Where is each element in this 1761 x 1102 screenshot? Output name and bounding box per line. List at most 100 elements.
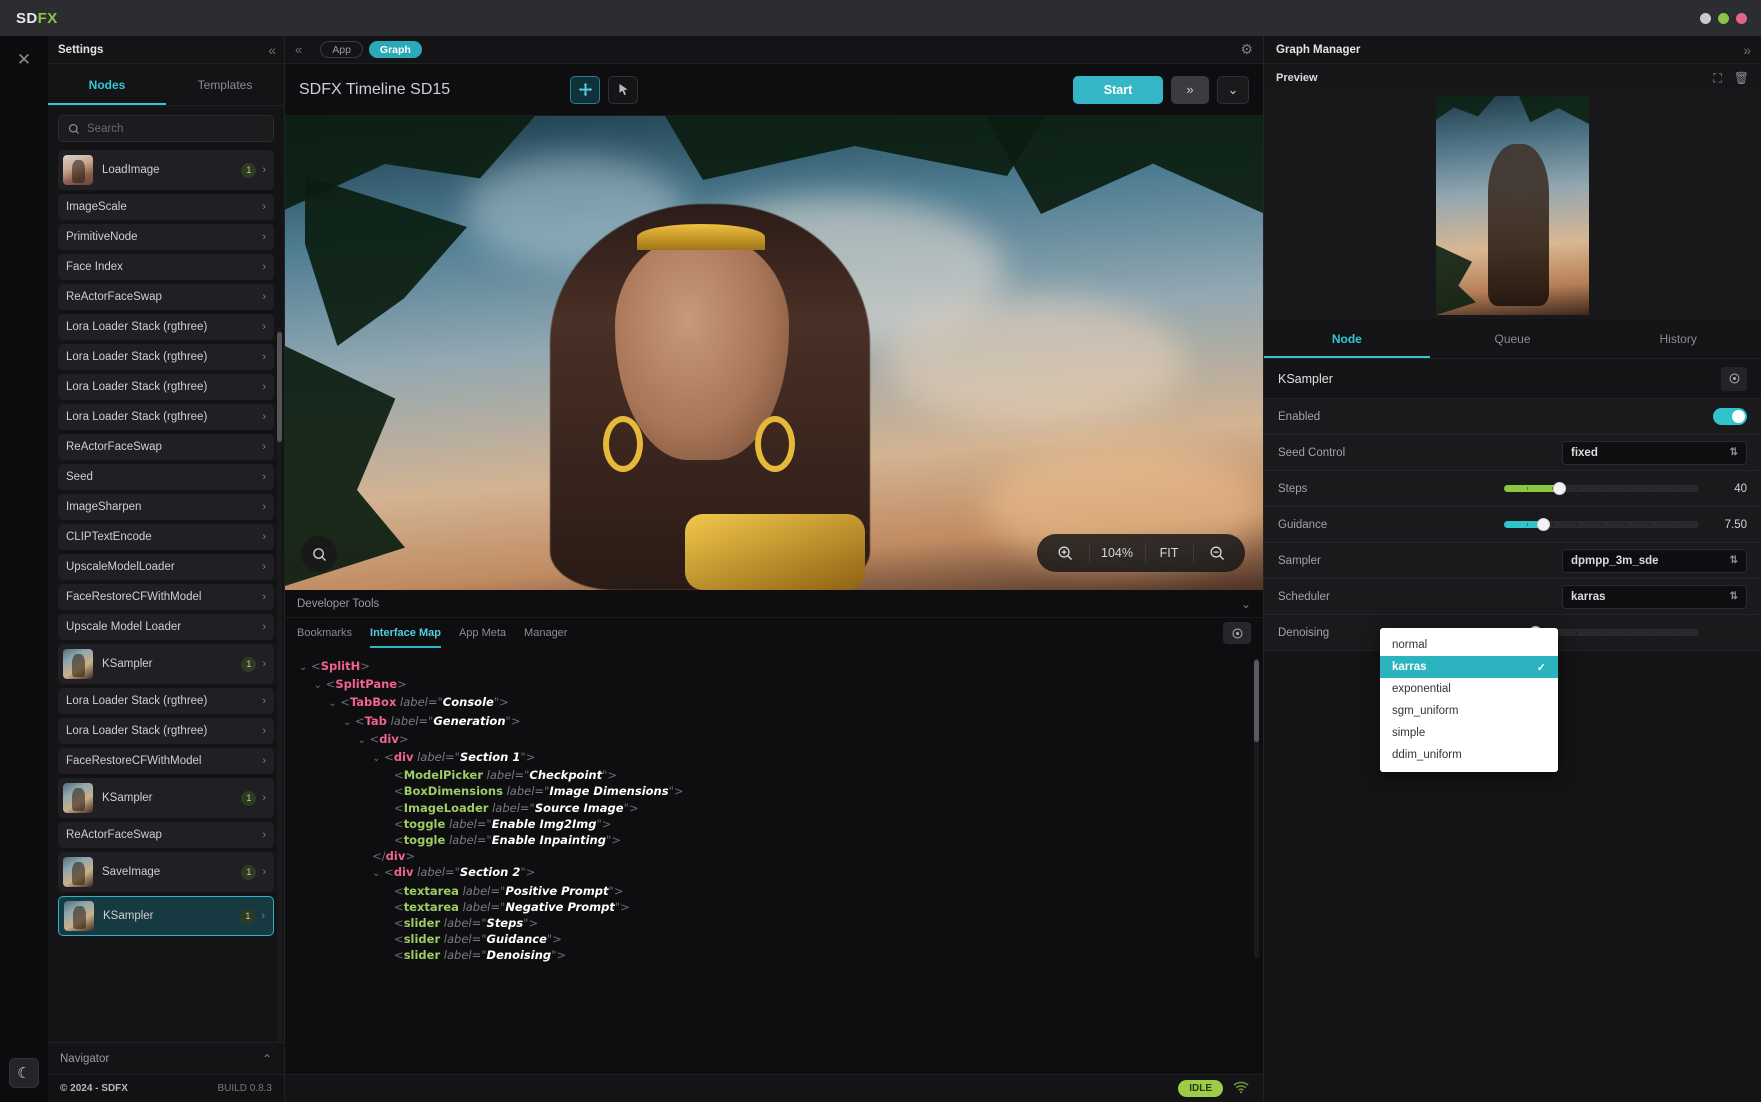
target-icon[interactable] (1223, 622, 1251, 644)
tab-node[interactable]: Node (1264, 319, 1430, 358)
chevron-down-icon[interactable]: ⌄ (372, 868, 380, 879)
dev-tab-interface-map[interactable]: Interface Map (370, 618, 441, 648)
chevron-right-icon[interactable]: › (262, 291, 266, 303)
node-list-item[interactable]: KSampler 1 › (58, 644, 274, 684)
node-list-item[interactable]: ReActorFaceSwap › (58, 284, 274, 310)
chevron-right-icon[interactable]: › (261, 910, 265, 922)
interface-map-line[interactable]: <toggle label="Enable Inpainting"> (299, 832, 1249, 848)
node-list-item[interactable]: FaceRestoreCFWithModel › (58, 584, 274, 610)
chevron-right-icon[interactable]: › (262, 164, 266, 176)
enabled-toggle[interactable] (1713, 408, 1747, 425)
move-icon[interactable] (570, 75, 601, 104)
node-list-item[interactable]: Lora Loader Stack (rgthree) › (58, 374, 274, 400)
chevron-right-icon[interactable]: › (262, 441, 266, 453)
interface-map-line[interactable]: <slider label="Guidance"> (299, 931, 1249, 947)
tab-queue[interactable]: Queue (1430, 319, 1596, 358)
interface-map-line[interactable]: ⌄ <SplitPane> (299, 676, 1249, 694)
zoom-out-button[interactable] (1193, 534, 1241, 572)
interface-map-line[interactable]: <ImageLoader label="Source Image"> (299, 800, 1249, 816)
chevron-right-icon[interactable]: › (262, 321, 266, 333)
tab-templates[interactable]: Templates (166, 64, 284, 105)
dropdown-option-simple[interactable]: simple (1380, 722, 1558, 744)
tab-nodes[interactable]: Nodes (48, 64, 166, 105)
search-input[interactable] (87, 122, 264, 135)
chevron-right-icon[interactable]: › (262, 351, 266, 363)
interface-map-line[interactable]: <textarea label="Negative Prompt"> (299, 899, 1249, 915)
chevron-right-icon[interactable]: › (262, 621, 266, 633)
chevron-double-left-icon[interactable]: « (268, 42, 276, 58)
chevron-right-icon[interactable]: › (262, 411, 266, 423)
sampler-select[interactable]: dpmpp_3m_sde ⇅ (1562, 548, 1747, 573)
slider-knob[interactable] (1537, 518, 1550, 531)
maximize-button[interactable] (1718, 13, 1729, 24)
start-button[interactable]: Start (1073, 75, 1163, 104)
graph-canvas[interactable]: 104% FIT (285, 116, 1263, 590)
node-list-item[interactable]: ImageSharpen › (58, 494, 274, 520)
mode-tab-app[interactable]: App (320, 41, 363, 58)
chevron-right-icon[interactable]: › (262, 381, 266, 393)
interface-map-line[interactable]: ⌄ <SplitH> (299, 658, 1249, 676)
chevron-right-icon[interactable]: › (262, 658, 266, 670)
mode-tab-graph[interactable]: Graph (368, 41, 422, 58)
trash-icon[interactable]: 🗑 (1734, 71, 1749, 86)
interface-map-line[interactable]: ⌄ <TabBox label="Console"> (299, 694, 1249, 712)
chevron-up-icon[interactable]: ⌃ (262, 1052, 272, 1066)
preview-image-container[interactable] (1264, 92, 1761, 319)
expand-icon[interactable]: ⛶ (1713, 71, 1721, 86)
node-list-item[interactable]: Lora Loader Stack (rgthree) › (58, 688, 274, 714)
navigator-section[interactable]: Navigator ⌃ (48, 1042, 284, 1074)
node-list-item[interactable]: ReActorFaceSwap › (58, 822, 274, 848)
chevron-right-icon[interactable]: › (262, 501, 266, 513)
node-list-item[interactable]: LoadImage 1 › (58, 150, 274, 190)
sidebar-scrollbar-thumb[interactable] (277, 332, 282, 442)
gear-icon[interactable]: ⚙ (1240, 41, 1253, 58)
chevron-right-icon[interactable]: › (262, 201, 266, 213)
chevron-right-icon[interactable]: › (262, 866, 266, 878)
chevron-down-icon[interactable]: ⌄ (1217, 75, 1249, 104)
canvas-search-button[interactable] (301, 536, 337, 572)
tab-history[interactable]: History (1595, 319, 1761, 358)
chevron-right-icon[interactable]: › (262, 231, 266, 243)
node-list-item[interactable]: ImageScale › (58, 194, 274, 220)
steps-slider[interactable] (1504, 482, 1699, 495)
chevron-right-icon[interactable]: › (262, 695, 266, 707)
interface-map-line[interactable]: <slider label="Steps"> (299, 915, 1249, 931)
chevron-right-icon[interactable]: › (262, 725, 266, 737)
code-scrollbar-thumb[interactable] (1254, 660, 1259, 742)
chevron-down-icon[interactable]: ⌄ (343, 717, 351, 728)
node-list-item[interactable]: FaceRestoreCFWithModel › (58, 748, 274, 774)
chevron-right-icon[interactable]: › (262, 261, 266, 273)
dropdown-option-karras[interactable]: karras ✓ (1380, 656, 1558, 678)
chevron-right-icon[interactable]: › (262, 829, 266, 841)
chevron-right-icon[interactable]: › (262, 755, 266, 767)
node-list-item[interactable]: UpscaleModelLoader › (58, 554, 274, 580)
node-list-item[interactable]: KSampler 1 › (58, 778, 274, 818)
close-icon[interactable]: ✕ (10, 46, 38, 74)
chevron-right-icon[interactable]: › (262, 471, 266, 483)
chevron-double-right-icon[interactable]: » (1743, 42, 1751, 58)
dev-tab-manager[interactable]: Manager (524, 618, 567, 648)
chevron-down-icon[interactable]: ⌄ (328, 698, 336, 709)
node-list-item[interactable]: Upscale Model Loader › (58, 614, 274, 640)
interface-map-line[interactable]: ⌄ <Tab label="Generation"> (299, 713, 1249, 731)
zoom-level-label[interactable]: 104% (1089, 534, 1145, 572)
chevron-right-icon[interactable]: › (262, 792, 266, 804)
interface-map-line[interactable]: <BoxDimensions label="Image Dimensions"> (299, 783, 1249, 799)
chevron-down-icon[interactable]: ⌄ (1241, 597, 1251, 611)
moon-icon[interactable]: ☾ (9, 1058, 39, 1088)
collapse-sidebar-icon[interactable]: « (295, 42, 302, 57)
node-list-item[interactable]: ReActorFaceSwap › (58, 434, 274, 460)
node-list-item[interactable]: Seed › (58, 464, 274, 490)
zoom-fit-button[interactable]: FIT (1145, 534, 1193, 572)
node-list-item[interactable]: Lora Loader Stack (rgthree) › (58, 344, 274, 370)
dropdown-option-sgm_uniform[interactable]: sgm_uniform (1380, 700, 1558, 722)
dev-tab-bookmarks[interactable]: Bookmarks (297, 618, 352, 648)
dropdown-option-exponential[interactable]: exponential (1380, 678, 1558, 700)
chevron-down-icon[interactable]: ⌄ (358, 735, 366, 746)
chevron-down-icon[interactable]: ⌄ (314, 680, 322, 691)
interface-map-line[interactable]: </div> (299, 848, 1249, 864)
interface-map-line[interactable]: <ModelPicker label="Checkpoint"> (299, 767, 1249, 783)
cursor-icon[interactable] (608, 75, 639, 104)
chevron-right-icon[interactable]: › (262, 591, 266, 603)
interface-map-line[interactable]: <toggle label="Enable Img2Img"> (299, 816, 1249, 832)
